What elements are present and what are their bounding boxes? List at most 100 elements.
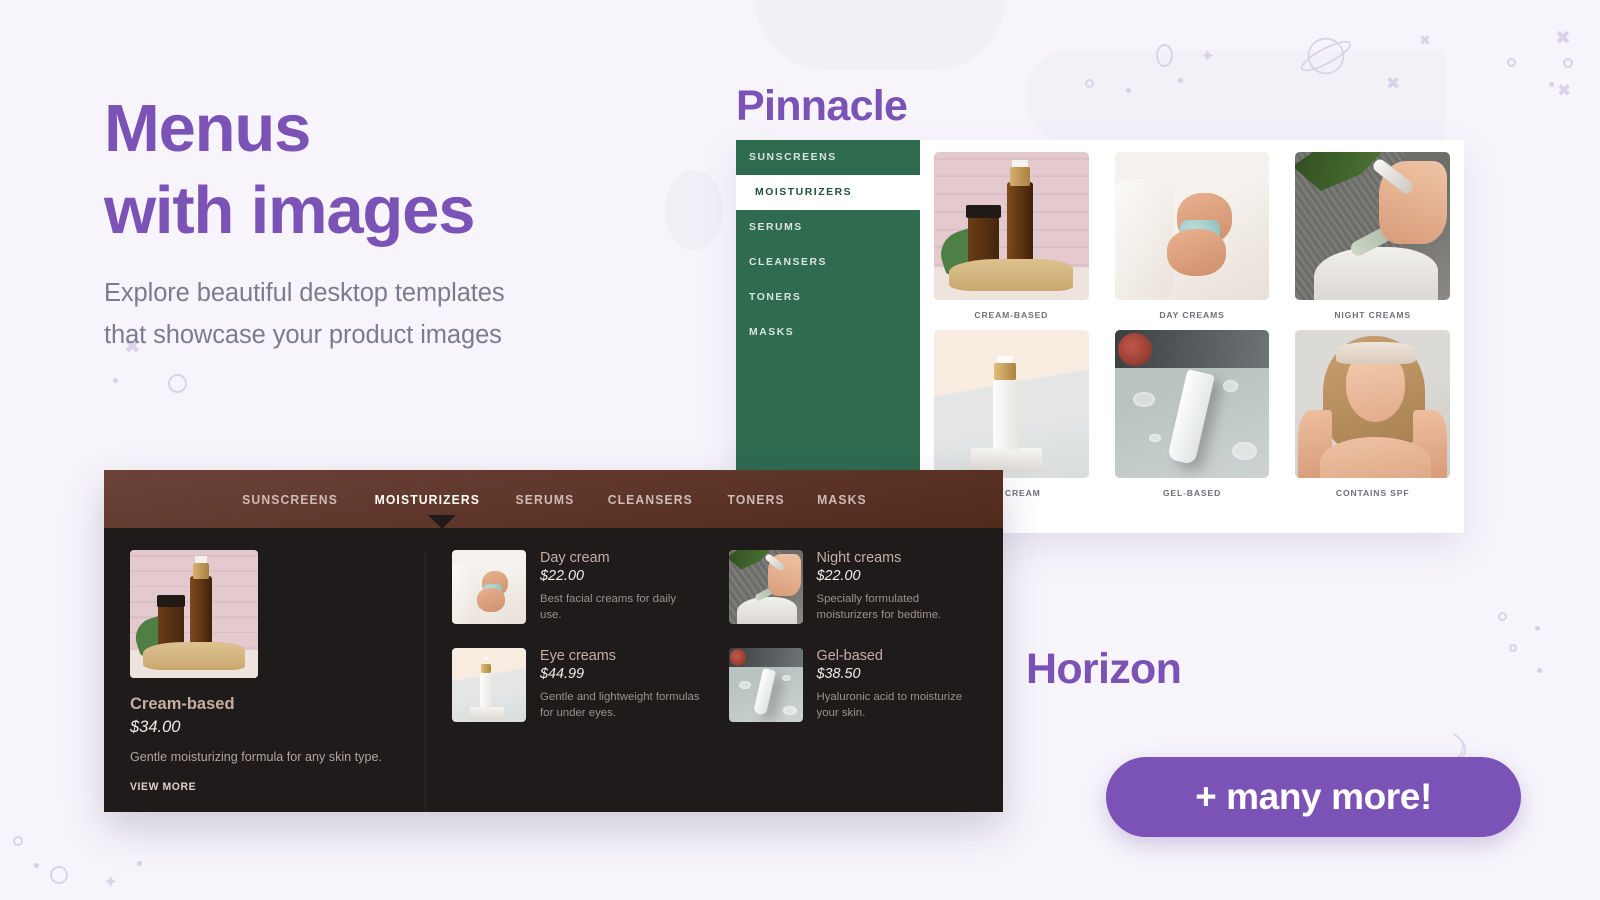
product-image [728,648,803,722]
horizon-tab-sunscreens[interactable]: SUNSCREENS [242,492,338,507]
product-description: Best facial creams for daily use. [540,593,677,621]
horizon-tab-cleansers[interactable]: CLEANSERS [608,492,693,507]
product-image [130,550,258,678]
decor-rounded-shape [755,0,1005,70]
product-image [934,152,1089,300]
pinnacle-category-card[interactable]: CREAM-BASED [934,152,1089,320]
product-image [452,550,526,624]
product-title: Cream-based [130,695,235,713]
pinnacle-sidebar-item-label: SERUMS [749,222,803,233]
pinnacle-category-caption: CREAM-BASED [974,310,1049,320]
product-price: $22.00 [540,568,585,584]
decor-ring [1498,612,1507,621]
decor-ring [168,374,187,393]
pinnacle-sidebar-item-cleansers[interactable]: CLEANSERS [736,245,920,280]
product-title: Night creams [816,550,902,566]
decor-dot [1126,88,1131,93]
horizon-tab-serums[interactable]: SERUMS [515,492,574,507]
decor-dot [1178,78,1183,83]
pinnacle-sidebar-item-sunscreens[interactable]: SUNSCREENS [736,140,920,175]
pinnacle-sidebar-item-label: CLEANSERS [749,257,828,268]
horizon-featured-product[interactable]: Cream-based $34.00 Gentle moisturizing f… [130,550,426,812]
product-image [452,648,526,722]
pinnacle-sidebar-item-label: TONERS [749,292,802,303]
pinnacle-category-caption: GEL-BASED [1162,488,1222,498]
horizon-template-preview: SUNSCREENS MOISTURIZERS SERUMS CLEANSERS… [104,470,1003,812]
product-image [934,330,1089,478]
product-image [1114,152,1270,300]
decor-ring [1156,44,1173,67]
decor-dot [34,863,39,868]
product-image [1295,330,1450,478]
pinnacle-sidebar-item-masks[interactable]: MASKS [736,315,920,350]
pinnacle-category-card[interactable]: GEL-BASED [1114,330,1270,498]
decor-ring [1507,58,1516,67]
product-title: Gel-based [816,648,883,664]
decor-ring [13,836,23,846]
horizon-tab-moisturizers[interactable]: MOISTURIZERS [375,492,480,507]
pinnacle-category-card[interactable]: CONTAINS SPF [1295,330,1450,498]
decor-ring [1563,58,1573,68]
horizon-product-item-eye-creams[interactable]: Eye creams $44.99 Gentle and lightweight… [452,648,701,722]
pinnacle-sidebar-item-label: SUNSCREENS [749,152,837,163]
page-title-line-1: Menus [104,91,311,166]
chevron-down-icon [428,515,456,529]
pinnacle-category-caption: CONTAINS SPF [1335,488,1410,498]
view-more-link[interactable]: VIEW MORE [130,781,382,793]
product-description: Gentle moisturizing formula for any skin… [130,750,382,764]
product-price: $38.50 [816,666,861,682]
product-price: $34.00 [130,718,181,736]
horizon-product-item-gel-based[interactable]: Gel-based $38.50 Hyaluronic acid to mois… [728,648,978,722]
decor-ring [1509,644,1517,652]
pinnacle-sidebar-item-label: MASKS [749,327,795,338]
four-point-star-icon: ✖ [1555,27,1571,49]
hero-section: Menus with images Explore beautiful desk… [104,88,704,356]
four-point-star-icon: ✖ [1557,81,1572,101]
saturn-planet-icon [1301,37,1351,75]
product-description: Gentle and lightweight formulas for unde… [540,691,700,719]
pinnacle-category-caption: NIGHT CREAMS [1334,310,1411,320]
pinnacle-category-caption: DAY CREAMS [1159,310,1225,320]
product-title: Day cream [540,550,610,566]
horizon-tab-toners[interactable]: TONERS [728,492,785,507]
page-subtitle: Explore beautiful desktop templates that… [104,273,704,356]
four-point-star-icon: ✖ [1419,33,1431,49]
product-image [1114,330,1270,478]
many-more-button[interactable]: + many more! [1106,757,1521,837]
pinnacle-template-label: Pinnacle [736,82,908,130]
pinnacle-sidebar-item-toners[interactable]: TONERS [736,280,920,315]
product-image [728,550,803,624]
horizon-tab-masks[interactable]: MASKS [817,492,867,507]
product-image [1295,152,1450,300]
decor-dot [1537,668,1542,673]
decor-dot [137,861,142,866]
decor-rounded-shape [1025,50,1445,142]
decor-ring [50,866,68,884]
pinnacle-category-card[interactable]: DAY CREAMS [1114,152,1270,320]
horizon-template-label: Horizon [1026,645,1182,693]
product-description: Specially formulated moisturizers for be… [816,593,942,621]
four-point-star-icon: ✖ [1386,74,1401,94]
decor-dot [1549,82,1554,87]
horizon-product-item-night-creams[interactable]: Night creams $22.00 Specially formulated… [728,550,978,624]
page-subtitle-line-2: that showcase your product images [104,320,502,349]
horizon-product-item-day-cream[interactable]: Day cream $22.00 Best facial creams for … [452,550,701,624]
page-title: Menus with images [104,88,704,251]
page-subtitle-line-1: Explore beautiful desktop templates [104,279,505,308]
pinnacle-sidebar-item-label: MOISTURIZERS [755,187,853,198]
horizon-product-list: Day cream $22.00 Best facial creams for … [426,550,977,812]
four-point-star-icon: ✦ [1200,46,1216,67]
pinnacle-sidebar-item-serums[interactable]: SERUMS [736,210,920,245]
product-title: Eye creams [540,648,616,664]
product-price: $44.99 [540,666,585,682]
decor-dot [113,378,118,383]
horizon-navbar: SUNSCREENS MOISTURIZERS SERUMS CLEANSERS… [104,470,1003,529]
decor-ring [1085,79,1094,88]
product-price: $22.00 [816,568,861,584]
decor-dot [1535,626,1540,631]
page-title-line-2: with images [104,172,475,248]
pinnacle-sidebar-item-moisturizers[interactable]: MOISTURIZERS [736,175,920,210]
product-description: Hyaluronic acid to moisturize your skin. [816,691,963,719]
pinnacle-category-card[interactable]: NIGHT CREAMS [1295,152,1450,320]
four-point-star-icon: ✦ [103,872,119,893]
